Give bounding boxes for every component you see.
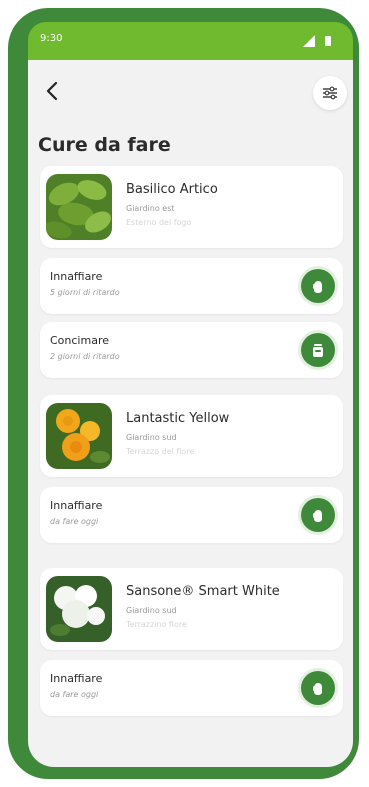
task-note: 5 giorni di ritardo	[50, 288, 120, 297]
watering-hand-icon	[313, 683, 322, 695]
plant-garden: Giardino sud	[126, 606, 177, 615]
lantana-yellow-photo	[46, 403, 112, 469]
sliders-icon	[323, 86, 337, 100]
plant-garden: Giardino est	[126, 204, 175, 213]
status-bar: 9:30	[28, 22, 353, 60]
phone-screen: 9:30 Cure da fare Basilico Artico Giardi…	[22, 14, 364, 775]
plant-location: Esterno del fogo	[126, 218, 192, 227]
signal-icon	[303, 35, 315, 47]
plant-location: Terrazzo del fiore	[126, 447, 195, 456]
task-name: Concimare	[50, 334, 109, 347]
basil-plant-photo	[46, 174, 112, 240]
white-flower-photo	[46, 576, 112, 642]
plant-card[interactable]: Lantastic Yellow Giardino sud Terrazzo d…	[40, 395, 343, 477]
task-name: Innaffiare	[50, 499, 103, 512]
task-note: da fare oggi	[50, 690, 99, 699]
filter-button[interactable]	[313, 76, 347, 110]
watering-hand-icon	[313, 281, 322, 293]
plant-location: Terrazzino fiore	[126, 620, 187, 629]
care-list-page: Cure da fare Basilico Artico Giardino es…	[28, 60, 353, 767]
task-item[interactable]: Concimare 2 giorni di ritardo	[40, 322, 343, 378]
battery-icon	[325, 36, 331, 46]
task-name: Innaffiare	[50, 270, 103, 283]
water-button[interactable]	[301, 498, 335, 532]
task-item[interactable]: Innaffiare da fare oggi	[40, 487, 343, 543]
plant-name: Basilico Artico	[126, 182, 218, 197]
task-note: da fare oggi	[50, 517, 99, 526]
task-item[interactable]: Innaffiare 5 giorni di ritardo	[40, 258, 343, 314]
page-title: Cure da fare	[38, 134, 171, 156]
plant-name: Sansone® Smart White	[126, 584, 280, 599]
chevron-left-icon	[46, 81, 58, 101]
task-item[interactable]: Innaffiare da fare oggi	[40, 660, 343, 716]
water-button[interactable]	[301, 671, 335, 705]
plant-garden: Giardino sud	[126, 433, 177, 442]
plant-card[interactable]: Basilico Artico Giardino est Esterno del…	[40, 166, 343, 248]
task-name: Innaffiare	[50, 672, 103, 685]
water-button[interactable]	[301, 269, 335, 303]
plant-card[interactable]: Sansone® Smart White Giardino sud Terraz…	[40, 568, 343, 650]
watering-hand-icon	[313, 510, 322, 522]
fertilize-button[interactable]	[301, 333, 335, 367]
task-note: 2 giorni di ritardo	[50, 352, 120, 361]
plant-name: Lantastic Yellow	[126, 411, 230, 426]
status-time: 9:30	[40, 33, 63, 44]
back-button[interactable]	[42, 78, 72, 108]
fertilizer-icon	[313, 344, 323, 357]
